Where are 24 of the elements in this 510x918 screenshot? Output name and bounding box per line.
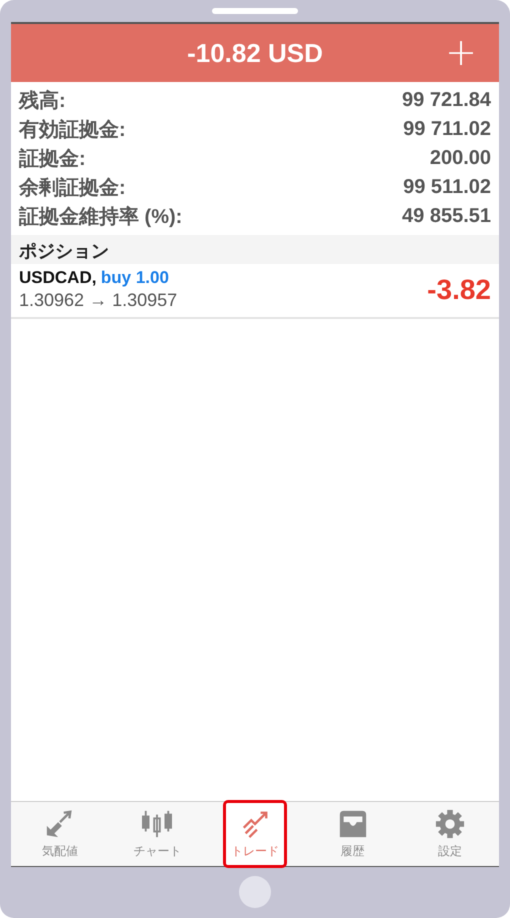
balance-title: -10.82 USD xyxy=(187,38,323,68)
account-value: 49 855.51 xyxy=(402,205,491,228)
account-value: 99 711.02 xyxy=(403,118,491,141)
position-symbol: USDCAD, xyxy=(19,268,96,287)
account-label: 有効証拠金: xyxy=(19,118,126,143)
tab[interactable]: 履歴 xyxy=(320,802,385,866)
account-label: 余剰証拠金: xyxy=(19,176,126,201)
account-value: 99 721.84 xyxy=(402,89,491,112)
account-label: 残高: xyxy=(19,88,66,114)
account-value: 200.00 xyxy=(430,147,491,170)
tab[interactable]: チャート xyxy=(125,802,190,866)
account-label: 証拠金: xyxy=(19,147,86,172)
section-header: ポジション xyxy=(11,235,499,264)
home-button[interactable] xyxy=(239,876,271,908)
tab[interactable]: 気配値 xyxy=(28,802,92,866)
account-value: 99 511.02 xyxy=(403,176,491,199)
position-profit: -3.82 xyxy=(427,274,491,306)
position-prices: 1.30962 → 1.30957 xyxy=(19,290,178,311)
tab[interactable]: トレード xyxy=(222,800,287,868)
position-order: buy 1.00 xyxy=(100,268,169,287)
tab[interactable]: 設定 xyxy=(418,802,482,866)
position-row[interactable]: USDCAD, buy 1.00 1.30962 → 1.30957 -3.82 xyxy=(11,264,499,319)
account-label: 証拠金維持率 (%): xyxy=(19,204,182,230)
add-button[interactable]: + xyxy=(441,30,481,74)
